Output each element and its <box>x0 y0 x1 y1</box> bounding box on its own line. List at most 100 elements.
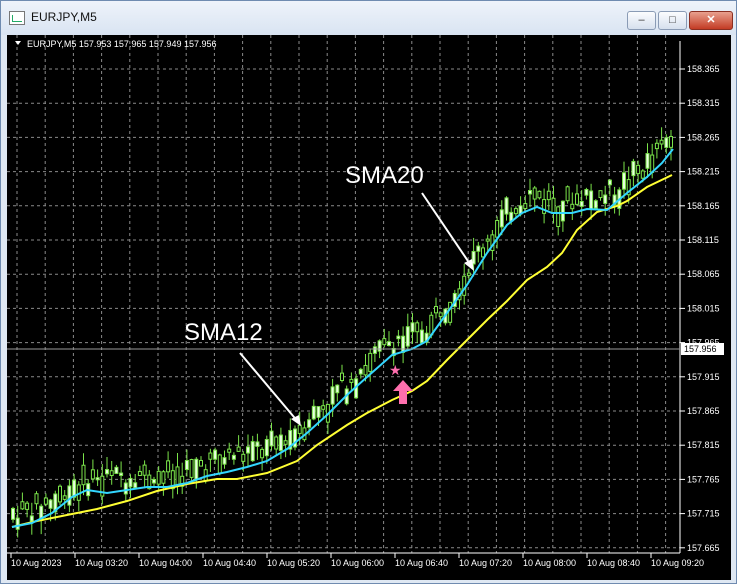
candle-body <box>434 306 438 314</box>
candle-body <box>504 197 509 215</box>
minimize-button[interactable]: – <box>627 11 656 30</box>
candle-body <box>410 322 415 333</box>
candle-body <box>34 493 39 505</box>
price-chart-canvas[interactable]: SMA12 SMA20 ★ EURJPY,M5 157.953 157.965 … <box>7 35 731 580</box>
candle-body <box>166 460 171 473</box>
candle-body <box>579 200 584 207</box>
candle-body <box>556 206 561 228</box>
chart-header-text: EURJPY,M5 157.953 157.965 157.949 157.95… <box>27 39 216 49</box>
candle-body <box>349 378 354 383</box>
candle-body <box>297 424 302 435</box>
candle-body <box>241 453 246 462</box>
time-tick-label: 10 Aug 08:40 <box>587 558 640 568</box>
candle-body <box>368 352 373 372</box>
price-axis: 158.365 158.315 158.265 158.215 158.165 158.1… <box>680 64 720 553</box>
chart-window: EURJPY,M5 – □ ✕ SMA12 SMA20 ★ EURJPY,M5 … <box>0 0 737 584</box>
candle-body <box>382 338 387 346</box>
candle-body <box>664 137 669 148</box>
candle-body <box>532 187 537 200</box>
candle-body <box>551 197 556 214</box>
candle-body <box>227 448 232 453</box>
maximize-button[interactable]: □ <box>658 11 687 30</box>
candle-body <box>222 457 227 465</box>
current-price-label: 157.956 <box>684 344 717 354</box>
time-tick-label: 10 Aug 08:00 <box>523 558 576 568</box>
candle-body <box>109 470 114 477</box>
candle-body <box>565 186 570 202</box>
price-tick-label: 157.715 <box>687 509 720 519</box>
candle-body <box>29 515 34 522</box>
price-chart[interactable]: SMA12 SMA20 ★ EURJPY,M5 157.953 157.965 … <box>7 35 731 580</box>
candle-body <box>575 193 579 205</box>
candle-body <box>513 208 518 215</box>
candle-body <box>142 464 147 476</box>
time-tick-label: 10 Aug 06:00 <box>331 558 384 568</box>
candle-body <box>570 203 575 210</box>
candle-body <box>250 441 255 462</box>
candle-body <box>264 438 269 457</box>
candle-body <box>387 341 391 347</box>
price-tick-label: 158.165 <box>687 201 720 211</box>
candle-body <box>396 335 401 340</box>
candle-body <box>335 384 340 394</box>
time-axis: 10 Aug 2023 10 Aug 03:20 10 Aug 04:00 10 Au… <box>10 553 704 568</box>
annotations: SMA12 SMA20 ★ <box>184 162 474 426</box>
candle-body <box>448 301 453 323</box>
candle-body <box>466 272 471 276</box>
candle-body <box>194 458 199 480</box>
signal-star-icon: ★ <box>389 363 402 379</box>
candle-body <box>119 472 124 476</box>
candle-body <box>321 405 326 410</box>
candle-body <box>546 190 551 201</box>
candle-body <box>645 153 650 169</box>
candle-body <box>231 454 236 460</box>
candle-body <box>631 160 636 177</box>
price-tick-label: 158.115 <box>687 235 719 245</box>
close-button[interactable]: ✕ <box>689 11 733 30</box>
candle-body <box>415 322 420 333</box>
candle-body <box>377 340 382 352</box>
candle-body <box>307 419 312 428</box>
time-tick-label: 10 Aug 04:00 <box>139 558 192 568</box>
candle-body <box>123 482 128 495</box>
chart-menu-icon[interactable] <box>15 41 21 45</box>
time-tick-label: 10 Aug 2023 <box>11 558 62 568</box>
candle-body <box>340 372 344 382</box>
chart-grid <box>7 35 680 553</box>
candle-body <box>640 170 645 179</box>
price-tick-label: 158.215 <box>687 167 720 177</box>
candle-body <box>485 238 490 242</box>
price-tick-label: 158.315 <box>687 98 720 108</box>
candle-body <box>189 459 194 478</box>
candle-body <box>58 485 62 503</box>
candle-body <box>67 485 72 506</box>
price-tick-label: 158.065 <box>687 269 720 279</box>
candle-body <box>311 405 316 420</box>
candle-body <box>15 517 20 530</box>
candle-body <box>481 247 485 258</box>
price-tick-label: 157.665 <box>687 543 720 553</box>
time-tick-label: 10 Aug 07:20 <box>459 558 512 568</box>
candlestick-series <box>11 127 673 538</box>
candle-body <box>495 220 500 238</box>
candle-body <box>607 179 612 186</box>
price-tick-label: 158.265 <box>687 132 720 142</box>
candle-body <box>537 190 542 199</box>
candle-body <box>603 194 608 204</box>
time-tick-label: 10 Aug 04:40 <box>203 558 256 568</box>
candle-body <box>622 172 626 190</box>
candle-body <box>593 200 598 209</box>
candle-body <box>81 464 86 486</box>
window-title: EURJPY,M5 <box>31 10 97 24</box>
title-bar[interactable]: EURJPY,M5 – □ ✕ <box>1 1 736 35</box>
candle-body <box>184 460 189 471</box>
candle-body <box>20 501 25 510</box>
candle-body <box>584 189 589 196</box>
price-tick-label: 157.915 <box>687 372 720 382</box>
time-tick-label: 10 Aug 09:20 <box>651 558 704 568</box>
candle-body <box>152 478 156 484</box>
candle-body <box>95 477 100 481</box>
chart-window-icon <box>9 11 25 25</box>
candle-body <box>283 440 288 445</box>
candle-body <box>560 200 565 222</box>
